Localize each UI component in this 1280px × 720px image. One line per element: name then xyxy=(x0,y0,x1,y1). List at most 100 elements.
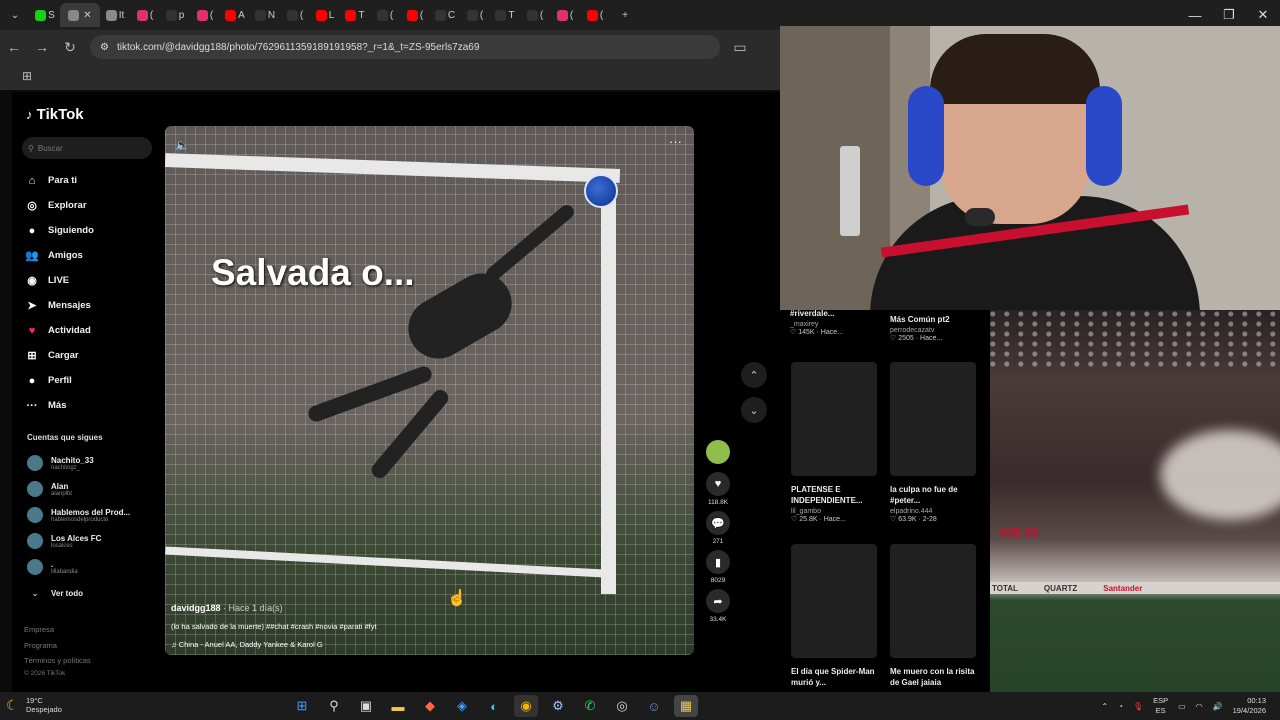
task-view-icon[interactable]: ▣ xyxy=(354,695,378,717)
following-account[interactable]: Hablemos del Prod... hablemosdelproducto xyxy=(27,502,130,528)
save-button[interactable]: ▮ xyxy=(706,550,730,574)
video-card[interactable]: #riverdale... _maxirey ♡ 145K · Hace... xyxy=(790,308,876,336)
browser-tab[interactable]: ( xyxy=(370,3,400,27)
card-title: Más Común pt2 xyxy=(890,315,950,324)
network-icon[interactable]: ◔ xyxy=(1118,702,1123,711)
mic-icon[interactable]: 🎙 xyxy=(1133,702,1143,711)
browser-tab[interactable]: T xyxy=(340,3,370,27)
following-account[interactable]: Los Alces FC losalces xyxy=(27,528,130,554)
video-card[interactable]: El día que Spider-Man murió y... xyxy=(791,544,877,688)
browser-tab[interactable]: ( xyxy=(460,3,490,27)
start-icon[interactable]: ⊞ xyxy=(290,695,314,717)
display-icon[interactable]: ▭ xyxy=(1178,702,1186,711)
footer-link-program[interactable]: Programa xyxy=(24,641,57,650)
search-input[interactable]: ⚲ Buscar xyxy=(22,137,152,159)
smoke xyxy=(1160,430,1280,520)
nav-item[interactable]: ➤ Mensajes xyxy=(24,293,94,318)
tab-close-icon[interactable]: ✕ xyxy=(83,10,91,21)
browser-tab[interactable]: T xyxy=(490,3,520,27)
following-account[interactable]: . lillabandia xyxy=(27,554,130,580)
forward-icon[interactable]: → xyxy=(28,39,56,55)
browser-tab[interactable]: ✕ xyxy=(60,3,100,27)
following-account[interactable]: Nachito_33 nachitogz_ xyxy=(27,450,130,476)
language-indicator[interactable]: ESP ES xyxy=(1153,696,1168,716)
more-options-icon[interactable]: ··· xyxy=(669,134,682,149)
reload-icon[interactable]: ↻ xyxy=(56,39,84,56)
browser-tab[interactable]: ( xyxy=(520,3,550,27)
browser-tab[interactable]: N xyxy=(250,3,280,27)
tiktok-logo[interactable]: ♪ TikTok xyxy=(26,106,84,123)
vscode-icon[interactable]: ◈ xyxy=(450,695,474,717)
creator-avatar[interactable] xyxy=(706,440,730,464)
browser-tab[interactable]: ( xyxy=(280,3,310,27)
nav-label: Actividad xyxy=(48,325,91,336)
site-info-icon[interactable]: ⚙ xyxy=(100,42,109,53)
account-text: Alan alanplbt xyxy=(51,482,72,497)
avatar xyxy=(27,559,43,575)
nav-item[interactable]: ⌂ Para ti xyxy=(24,168,94,193)
video-player[interactable]: Salvada o... 🔈 ··· davidgg188 · Hace 1 d… xyxy=(165,126,694,655)
clock[interactable]: 00:13 19/4/2026 xyxy=(1233,696,1266,716)
obs-icon[interactable]: ◎ xyxy=(610,695,634,717)
see-all-link[interactable]: ⌄ Ver todo xyxy=(27,580,130,606)
tab-favicon-icon xyxy=(556,9,568,21)
nav-item[interactable]: ● Siguiendo xyxy=(24,218,94,243)
share-button[interactable]: ➦ xyxy=(706,589,730,613)
video-card[interactable]: Me muero con la risita de Gael jaiaia xyxy=(890,544,976,688)
nav-label: Amigos xyxy=(48,250,83,261)
video-card[interactable]: PLATENSE E INDEPENDIENTE... lil_gambo ♡ … xyxy=(791,362,877,523)
discord-icon[interactable]: ☺ xyxy=(642,695,666,717)
tab-search-icon[interactable]: ⌄ xyxy=(0,3,30,27)
nav-item[interactable]: ♥ Actividad xyxy=(24,318,94,343)
browser-tab[interactable]: C xyxy=(430,3,460,27)
footer-link-company[interactable]: Empresa xyxy=(24,625,54,634)
browser-tab[interactable]: ( xyxy=(550,3,580,27)
nav-item[interactable]: ◉ LIVE xyxy=(24,268,94,293)
edge-icon[interactable]: ◐ xyxy=(482,695,506,717)
chrome-icon[interactable]: ◉ xyxy=(514,695,538,717)
search-icon[interactable]: ⚲ xyxy=(322,695,346,717)
following-account[interactable]: Alan alanplbt xyxy=(27,476,130,502)
browser-tab[interactable]: S xyxy=(30,3,60,27)
browser-tab[interactable]: L xyxy=(310,3,340,27)
steam-icon[interactable]: ⚙ xyxy=(546,695,570,717)
comment-button[interactable]: 💬 xyxy=(706,511,730,535)
nav-item[interactable]: 👥 Amigos xyxy=(24,243,94,268)
nav-item[interactable]: ● Perfil xyxy=(24,368,94,393)
video-username[interactable]: davidgg188 xyxy=(171,603,221,613)
footer-link-terms[interactable]: Términos y políticas xyxy=(24,656,91,665)
browser-tab[interactable]: ( xyxy=(580,3,610,27)
search-placeholder: Buscar xyxy=(37,143,63,153)
weather-widget[interactable]: 19°C Despejado xyxy=(26,696,62,714)
browser-tab[interactable]: ( xyxy=(400,3,430,27)
nav-item[interactable]: ⊞ Cargar xyxy=(24,343,94,368)
browser-tab[interactable]: ( xyxy=(130,3,160,27)
card-thumbnail xyxy=(890,362,976,476)
video-card[interactable]: la culpa no fue de #peter... elpadrino.4… xyxy=(890,362,976,523)
office-icon[interactable]: ◆ xyxy=(418,695,442,717)
video-card[interactable]: Más Común pt2 perrodecazatv ♡ 2505 · Hac… xyxy=(890,314,976,342)
volume-icon[interactable]: 🔈 xyxy=(175,138,190,152)
apps-grid-icon[interactable]: ⊞ xyxy=(22,69,32,83)
game-icon[interactable]: ▦ xyxy=(674,695,698,717)
whatsapp-icon[interactable]: ✆ xyxy=(578,695,602,717)
tray-expand-icon[interactable]: ⌃ xyxy=(1101,702,1108,711)
browser-tab[interactable]: A xyxy=(220,3,250,27)
cast-icon[interactable]: ▭ xyxy=(726,39,754,56)
next-video-button[interactable]: ⌄ xyxy=(741,397,767,423)
nav-item[interactable]: ◎ Explorar xyxy=(24,193,94,218)
tab-label: ( xyxy=(569,9,574,21)
new-tab-button[interactable]: + xyxy=(610,3,640,27)
url-field[interactable]: ⚙ tiktok.com/@davidgg188/photo/762961135… xyxy=(90,35,720,59)
browser-tab[interactable]: ( xyxy=(190,3,220,27)
volume-icon[interactable]: 🔊 xyxy=(1213,702,1223,711)
wifi-icon[interactable]: ◠ xyxy=(1196,702,1203,711)
file-explorer-icon[interactable]: ▬ xyxy=(386,695,410,717)
browser-tab[interactable]: p xyxy=(160,3,190,27)
video-music[interactable]: ♫ China - Anuel AA, Daddy Yankee & Karol… xyxy=(171,640,671,649)
like-button[interactable]: ♥ xyxy=(706,472,730,496)
nav-item[interactable]: ··· Más xyxy=(24,393,94,418)
back-icon[interactable]: ← xyxy=(0,39,28,55)
previous-video-button[interactable]: ⌃ xyxy=(741,362,767,388)
browser-tab[interactable]: It xyxy=(100,3,130,27)
